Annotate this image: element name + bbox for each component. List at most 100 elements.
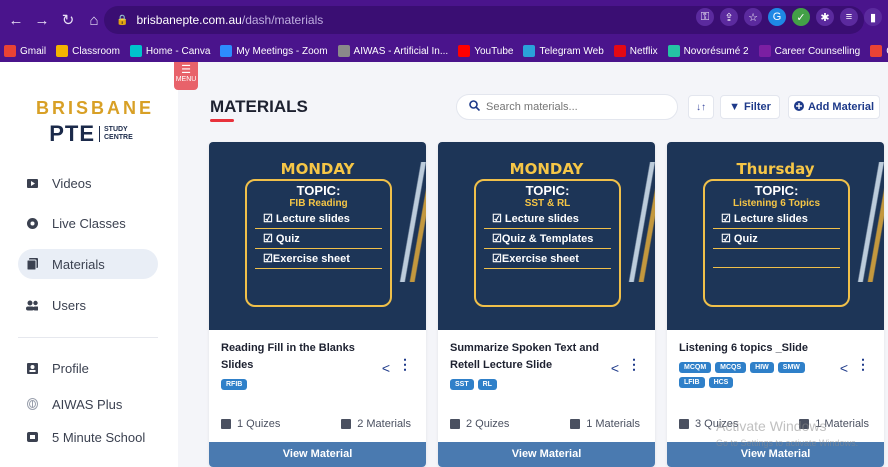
file-icon bbox=[341, 419, 352, 429]
hamburger-icon: ☰ bbox=[181, 64, 191, 76]
plus-circle-icon bbox=[793, 100, 804, 114]
sidebar-item-profile[interactable]: Profile bbox=[18, 353, 158, 383]
search-box[interactable] bbox=[456, 94, 678, 120]
thumb-topic: TOPIC: bbox=[525, 183, 570, 198]
url-domain: brisbanepte.com.au bbox=[136, 13, 242, 27]
bookmark-item[interactable]: Home - Canva bbox=[129, 45, 211, 57]
card-thumbnail: Thursday TOPIC: Listening 6 Topics ☑ Lec… bbox=[667, 142, 884, 330]
quiz-icon bbox=[679, 419, 689, 429]
forward-icon[interactable]: → bbox=[32, 12, 52, 29]
bookmark-item[interactable]: YouTube bbox=[458, 45, 513, 57]
bookmark-item[interactable]: Career Counselling bbox=[758, 45, 861, 57]
thumb-subtopic: FIB Reading bbox=[289, 198, 348, 209]
sidebar-item-label: 5 Minute School bbox=[52, 429, 146, 445]
bookmark-favicon-icon bbox=[129, 45, 142, 57]
view-material-button[interactable]: View Material bbox=[209, 442, 426, 467]
sidebar-item-label: Materials bbox=[52, 256, 105, 272]
bookmark-item[interactable]: Netflix bbox=[613, 45, 658, 57]
address-row: ← → ↻ ⌂ 🔒 brisbanepte.com.au/dash/materi… bbox=[0, 0, 888, 40]
sidebar-item-live-classes[interactable]: Live Classes bbox=[18, 208, 158, 238]
bookmark-item[interactable]: My Meetings - Zoom bbox=[220, 45, 328, 57]
bookmark-item[interactable]: Gmail bbox=[870, 45, 888, 57]
material-card[interactable]: MONDAY TOPIC: FIB Reading ☑ Lecture slid… bbox=[209, 142, 426, 467]
thumb-item-label: Lecture slides bbox=[504, 213, 579, 225]
thumb-item-label: Exercise sheet bbox=[501, 253, 579, 265]
bookmark-favicon-icon bbox=[337, 45, 350, 57]
reading-list-icon[interactable]: ≡ bbox=[840, 8, 858, 26]
thumb-item: ☑ Lecture slides bbox=[255, 209, 382, 229]
bookmark-label: Career Counselling bbox=[774, 45, 861, 57]
quiz-count-label: 2 Quizes bbox=[466, 418, 510, 430]
filter-label: Filter bbox=[743, 101, 771, 113]
bookmark-label: Netflix bbox=[629, 45, 658, 57]
bookmark-label: Novorésumé 2 bbox=[683, 45, 749, 57]
extension-icons: ⚿ ⇪ ☆ G ✓ ✱ ≡ ▮ bbox=[696, 8, 882, 26]
sidebar-item-label: Live Classes bbox=[52, 215, 126, 231]
bookmark-item[interactable]: Novorésumé 2 bbox=[667, 45, 749, 57]
tag-badge: SMW bbox=[777, 362, 805, 373]
thumb-item: ☑Exercise sheet bbox=[484, 249, 611, 269]
title-underline bbox=[210, 119, 234, 122]
sidebar-item-aiwas-plus[interactable]: AIWAS Plus bbox=[18, 389, 158, 419]
menu-toggle-button[interactable]: ☰ MENU bbox=[174, 62, 198, 90]
filter-icon: ▼ bbox=[729, 101, 740, 113]
tag-badge: RFIB bbox=[221, 379, 248, 390]
puzzle-icon[interactable]: ✱ bbox=[816, 8, 834, 26]
quiz-icon bbox=[450, 419, 460, 429]
key-icon[interactable]: ⚿ bbox=[696, 8, 714, 26]
material-card[interactable]: MONDAY TOPIC: SST & RL ☑ Lecture slides … bbox=[438, 142, 655, 467]
view-material-button[interactable]: View Material bbox=[438, 442, 655, 467]
thumb-topic: TOPIC: bbox=[296, 183, 341, 198]
add-material-button[interactable]: Add Material bbox=[788, 95, 880, 119]
bookmark-item[interactable]: AIWAS - Artificial In... bbox=[337, 45, 448, 57]
thumb-item-label: Lecture slides bbox=[275, 213, 350, 225]
more-options-icon[interactable]: ⋮ bbox=[856, 356, 870, 373]
thumb-item-label: Lecture slides bbox=[733, 213, 808, 225]
share-icon[interactable]: < bbox=[382, 360, 390, 376]
thumb-subtopic: SST & RL bbox=[524, 198, 571, 209]
brand-logo[interactable]: BRISBANE PTE STUDY CENTRE bbox=[36, 98, 151, 147]
star-icon[interactable]: ☆ bbox=[744, 8, 762, 26]
material-count: 2 Materials bbox=[341, 418, 411, 430]
sidebar-item-videos[interactable]: Videos bbox=[18, 168, 158, 198]
card-thumbnail: MONDAY TOPIC: SST & RL ☑ Lecture slides … bbox=[438, 142, 655, 330]
sort-button[interactable]: ↓↑ bbox=[688, 95, 714, 119]
logo-study: STUDY bbox=[104, 126, 128, 133]
bookmark-item[interactable]: Classroom bbox=[56, 45, 120, 57]
more-options-icon[interactable]: ⋮ bbox=[627, 356, 641, 373]
back-icon[interactable]: ← bbox=[6, 12, 26, 29]
browser-chrome: ← → ↻ ⌂ 🔒 brisbanepte.com.au/dash/materi… bbox=[0, 0, 888, 62]
thumb-item-label: Quiz & Templates bbox=[501, 233, 594, 245]
thumb-item: ☑ Lecture slides bbox=[484, 209, 611, 229]
thumb-subtopic: Listening 6 Topics bbox=[732, 198, 821, 209]
bookmark-favicon-icon bbox=[758, 45, 771, 57]
sidebar-item-users[interactable]: Users bbox=[18, 290, 158, 320]
bookmark-label: Home - Canva bbox=[145, 45, 211, 57]
sidebar-item-materials[interactable]: Materials bbox=[18, 249, 158, 279]
sidebar-item-5-minute-school[interactable]: 5 Minute School bbox=[18, 422, 158, 452]
side-panel-icon[interactable]: ▮ bbox=[864, 8, 882, 26]
quiz-count: 1 Quizes bbox=[221, 418, 280, 430]
home-icon[interactable]: ⌂ bbox=[84, 12, 104, 29]
share-page-icon[interactable]: ⇪ bbox=[720, 8, 738, 26]
shield-extension-icon[interactable]: ✓ bbox=[792, 8, 810, 26]
bookmark-favicon-icon bbox=[613, 45, 626, 57]
more-options-icon[interactable]: ⋮ bbox=[398, 356, 412, 373]
lock-icon: 🔒 bbox=[116, 14, 129, 26]
extension-g-icon[interactable]: G bbox=[768, 8, 786, 26]
thumb-item: ☑ Lecture slides bbox=[713, 209, 840, 229]
tag-badge: MCQM bbox=[679, 362, 712, 373]
bookmark-item[interactable]: Telegram Web bbox=[523, 45, 604, 57]
quiz-icon bbox=[221, 419, 231, 429]
card-stats: 1 Quizes 2 Materials bbox=[221, 418, 411, 430]
url-path: /dash/materials bbox=[241, 13, 324, 27]
search-input[interactable] bbox=[486, 101, 666, 113]
filter-button[interactable]: ▼ Filter bbox=[720, 95, 780, 119]
reload-icon[interactable]: ↻ bbox=[58, 11, 78, 29]
thumb-topic-box: TOPIC: FIB Reading ☑ Lecture slides ☑ Qu… bbox=[245, 179, 392, 307]
share-icon[interactable]: < bbox=[611, 360, 619, 376]
share-icon[interactable]: < bbox=[840, 360, 848, 376]
add-material-label: Add Material bbox=[807, 101, 874, 113]
logo-centre: CENTRE bbox=[104, 134, 133, 141]
bookmark-item[interactable]: Gmail bbox=[4, 45, 46, 57]
